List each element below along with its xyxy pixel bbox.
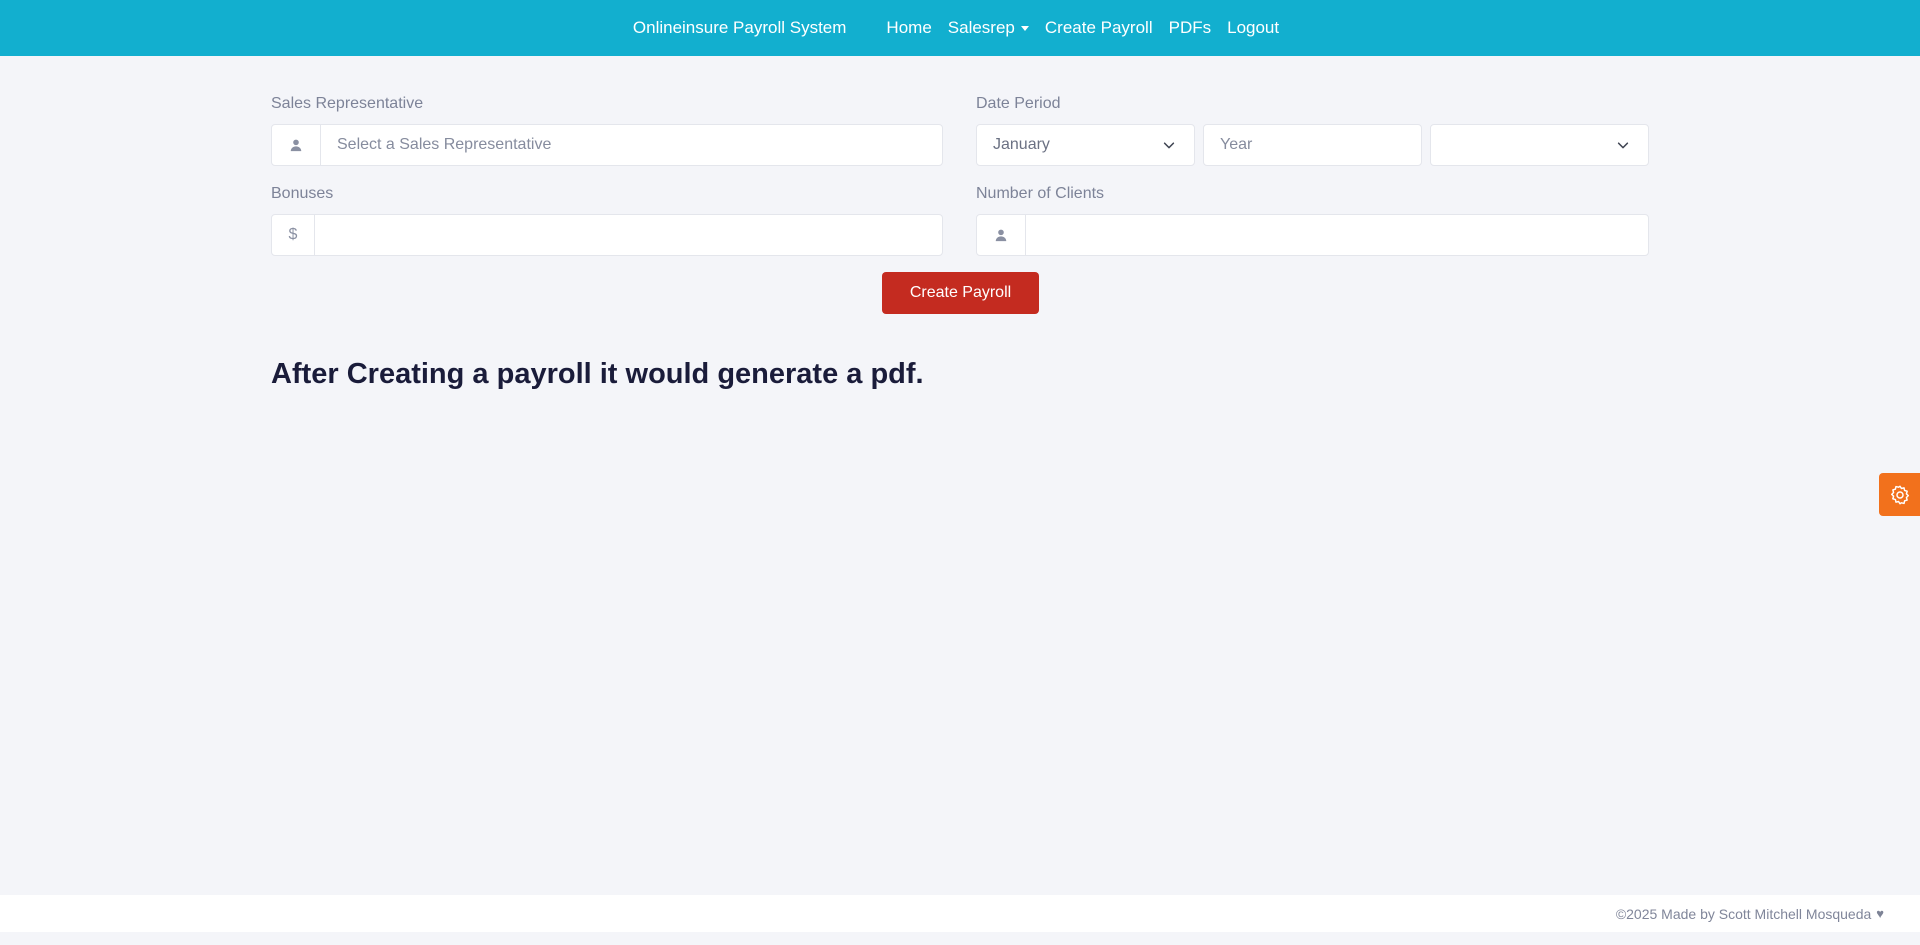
gear-icon <box>1890 485 1909 504</box>
sales-rep-label: Sales Representative <box>271 95 424 112</box>
clients-label: Number of Clients <box>976 185 1105 202</box>
month-select[interactable]: January <box>976 124 1195 166</box>
bonuses-field[interactable]: $ <box>271 214 943 256</box>
sales-rep-placeholder: Select a Sales Representative <box>337 136 552 153</box>
year-input-field[interactable] <box>1203 124 1422 166</box>
year-input[interactable] <box>1204 125 1421 165</box>
clients-input[interactable] <box>1026 215 1648 255</box>
user-icon <box>977 215 1026 255</box>
sales-rep-select[interactable]: Select a Sales Representative <box>271 124 943 166</box>
brand-title[interactable]: Onlineinsure Payroll System <box>633 18 847 38</box>
footer: ©2025 Made by Scott Mitchell Mosqueda ♥ <box>0 895 1920 932</box>
nav-link-home[interactable]: Home <box>878 18 939 38</box>
bonuses-input[interactable] <box>315 215 942 255</box>
settings-button[interactable] <box>1879 473 1920 516</box>
caret-down-icon <box>1020 26 1029 32</box>
bonuses-label: Bonuses <box>271 185 334 202</box>
clients-field[interactable] <box>976 214 1649 256</box>
create-payroll-button[interactable]: Create Payroll <box>882 272 1039 314</box>
user-icon <box>272 125 321 165</box>
nav-link-salesrep-label: Salesrep <box>947 18 1015 37</box>
top-navbar: Onlineinsure Payroll System Home Salesre… <box>0 0 1920 56</box>
period-select[interactable] <box>1430 124 1649 166</box>
footer-credit: ©2025 Made by Scott Mitchell Mosqueda <box>1615 905 1872 922</box>
chevron-down-icon <box>1617 142 1629 149</box>
nav-link-logout[interactable]: Logout <box>1219 18 1287 38</box>
dollar-prefix: $ <box>272 215 315 255</box>
month-value: January <box>993 136 1050 153</box>
heart-icon: ♥ <box>1876 906 1884 921</box>
date-period-label: Date Period <box>976 95 1061 112</box>
nav-links: Home Salesrep Create Payroll PDFs Logout <box>878 18 1287 38</box>
nav-link-pdfs[interactable]: PDFs <box>1161 18 1220 38</box>
chevron-down-icon <box>1163 142 1175 149</box>
nav-link-create-payroll[interactable]: Create Payroll <box>1037 18 1161 38</box>
nav-link-salesrep[interactable]: Salesrep <box>940 18 1037 38</box>
page-heading: After Creating a payroll it would genera… <box>271 358 924 390</box>
